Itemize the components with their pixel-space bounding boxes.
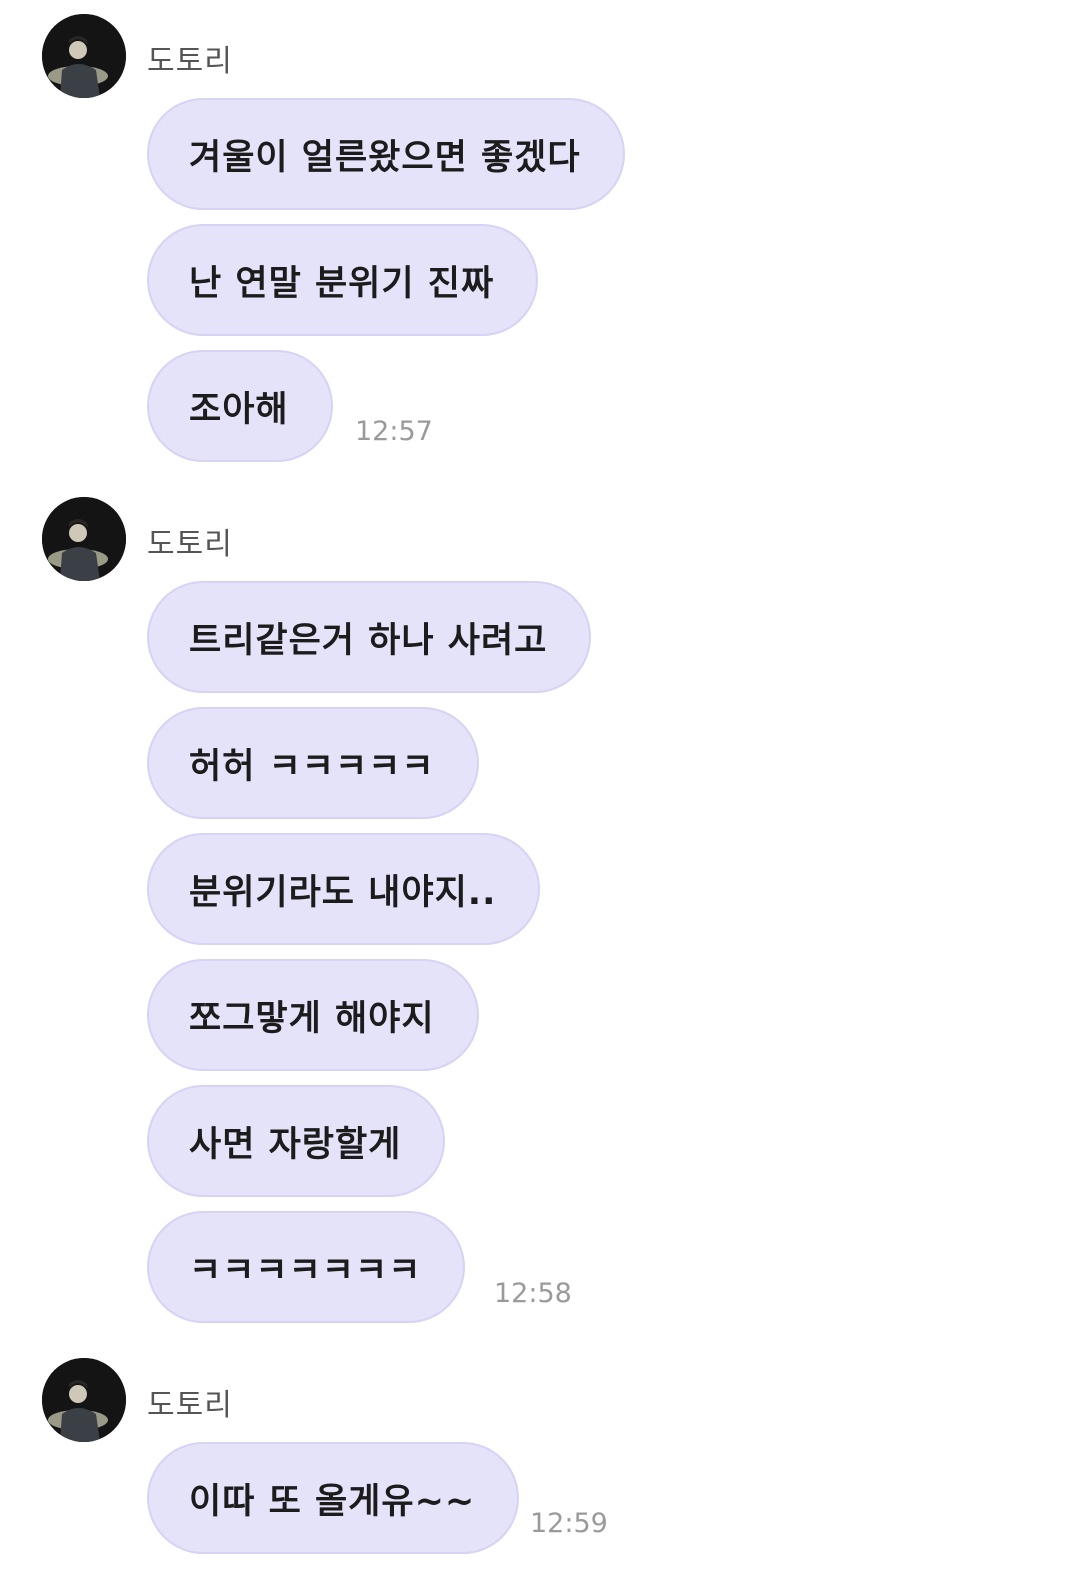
message-text: 트리같은거 하나 사려고 [189, 620, 548, 661]
message-bubble[interactable]: 이따 또 올게유~~ [147, 1442, 520, 1554]
message-text: 허허 ㅋㅋㅋㅋㅋ [189, 746, 435, 787]
message-bubble[interactable]: 조아해 [147, 350, 333, 462]
message-text: 사면 자랑할게 [189, 1124, 402, 1165]
message-text: 난 연말 분위기 진짜 [189, 263, 495, 304]
message-text: 겨울이 얼른왔으면 좋겠다 [189, 137, 581, 178]
message-timestamp: 12:57 [355, 416, 433, 447]
message-bubble[interactable]: 쪼그맣게 해야지 [147, 959, 479, 1071]
message-bubble[interactable]: 허허 ㅋㅋㅋㅋㅋ [147, 707, 479, 819]
message-bubble[interactable]: 트리같은거 하나 사려고 [147, 581, 592, 693]
message-bubble[interactable]: 겨울이 얼른왔으면 좋겠다 [147, 98, 625, 210]
message-bubble[interactable]: 분위기라도 내야지.. [147, 833, 541, 945]
sender-name: 도토리 [147, 1388, 233, 1423]
profile-photo-icon [42, 1358, 126, 1442]
message-text: ㅋㅋㅋㅋㅋㅋㅋ [189, 1250, 422, 1291]
message-text: 분위기라도 내야지.. [189, 872, 497, 913]
message-text: 쪼그맣게 해야지 [189, 998, 435, 1039]
profile-avatar-icon[interactable] [42, 497, 126, 581]
sender-name: 도토리 [147, 527, 233, 562]
sender-name: 도토리 [147, 44, 233, 79]
profile-avatar-icon[interactable] [42, 1358, 126, 1442]
message-bubble[interactable]: 난 연말 분위기 진짜 [147, 224, 539, 336]
profile-avatar-icon[interactable] [42, 14, 126, 98]
message-text: 이따 또 올게유~~ [189, 1481, 476, 1522]
message-bubble[interactable]: ㅋㅋㅋㅋㅋㅋㅋ [147, 1211, 466, 1323]
message-timestamp: 12:59 [530, 1508, 608, 1539]
message-timestamp: 12:58 [494, 1278, 572, 1309]
message-bubble[interactable]: 사면 자랑할게 [147, 1085, 446, 1197]
profile-photo-icon [42, 497, 126, 581]
profile-photo-icon [42, 14, 126, 98]
message-text: 조아해 [189, 389, 289, 430]
